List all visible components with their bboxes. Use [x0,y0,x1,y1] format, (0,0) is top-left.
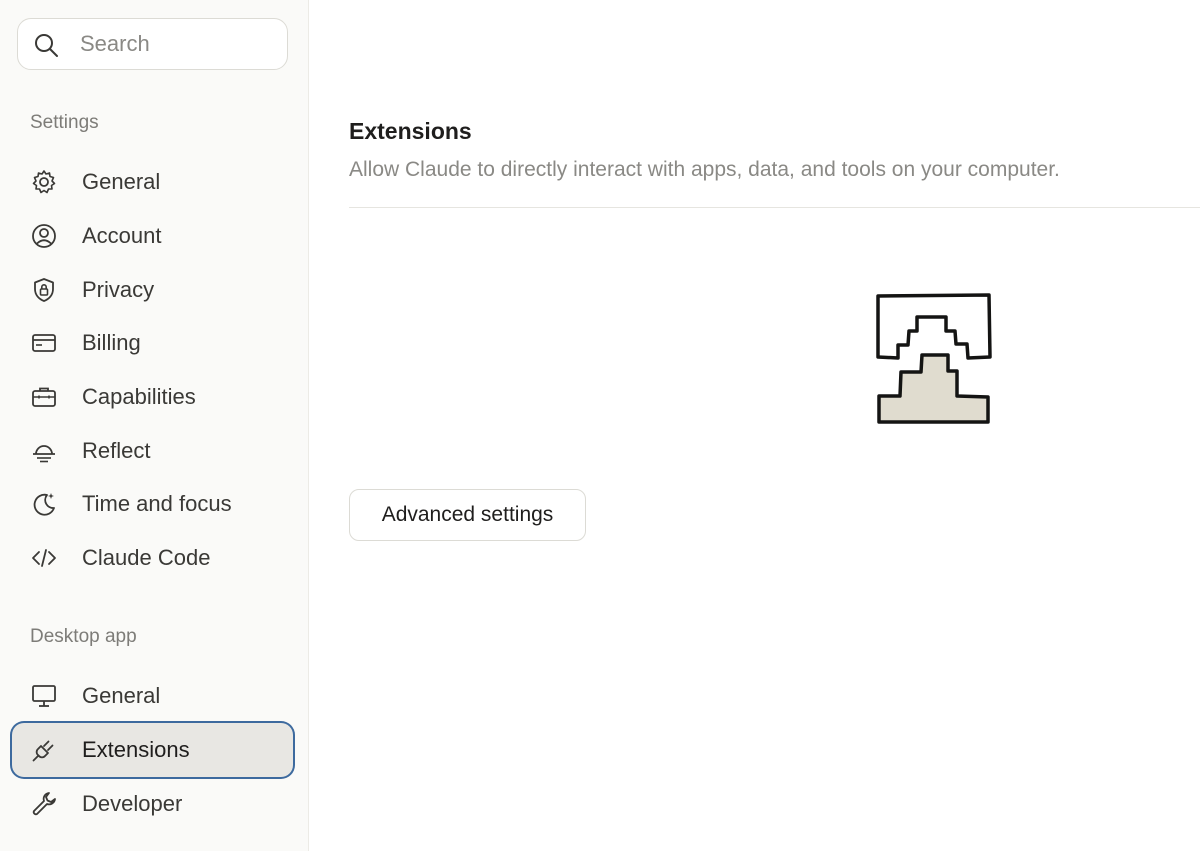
code-icon [30,544,58,572]
sidebar-item-label: Privacy [82,277,155,302]
sidebar-item-label: Claude Code [82,545,211,570]
extensions-illustration [876,292,992,426]
divider [349,207,1200,208]
sidebar-item-extensions[interactable]: Extensions [12,723,293,777]
sidebar-item-developer[interactable]: Developer [12,777,293,831]
sidebar-item-capabilities[interactable]: Capabilities [12,370,293,424]
sidebar-item-label: Capabilities [82,384,196,409]
sidebar-item-label: Account [82,223,162,248]
sidebar-item-label: Extensions [82,737,190,762]
search-input[interactable] [80,29,280,59]
settings-section-label: Settings [30,112,99,133]
sidebar-item-general[interactable]: General [12,155,293,209]
search-icon [32,31,60,59]
main-content: Extensions Allow Claude to directly inte… [309,0,1200,851]
advanced-settings-button[interactable]: Advanced settings [349,489,586,541]
sidebar-item-desktop-general[interactable]: General [12,669,293,723]
sidebar: Settings General Account Privacy Billing [0,0,309,851]
sidebar-item-reflect[interactable]: Reflect [12,424,293,478]
sidebar-item-label: Reflect [82,438,151,463]
plug-icon [30,736,58,764]
sunrise-icon [30,437,58,465]
gear-icon [30,168,58,196]
sidebar-item-label: General [82,683,161,708]
wrench-icon [30,790,58,818]
page-subtitle: Allow Claude to directly interact with a… [349,158,1060,181]
user-circle-icon [30,222,58,250]
sidebar-item-label: Billing [82,330,141,355]
sidebar-item-time-and-focus[interactable]: Time and focus [12,477,293,531]
page-title: Extensions [349,118,472,144]
briefcase-icon [30,383,58,411]
sidebar-item-claude-code[interactable]: Claude Code [12,531,293,585]
sidebar-item-privacy[interactable]: Privacy [12,263,293,317]
sidebar-item-account[interactable]: Account [12,209,293,263]
monitor-icon [30,682,58,710]
search-box[interactable] [17,18,288,70]
settings-window: Settings General Account Privacy Billing [0,0,1200,851]
moon-sparkle-icon [30,490,58,518]
sidebar-item-label: Developer [82,791,183,816]
sidebar-item-label: General [82,169,161,194]
sidebar-item-billing[interactable]: Billing [12,316,293,370]
sidebar-item-label: Time and focus [82,491,232,516]
credit-card-icon [30,329,58,357]
desktop-section-label: Desktop app [30,626,137,647]
shield-lock-icon [30,276,58,304]
